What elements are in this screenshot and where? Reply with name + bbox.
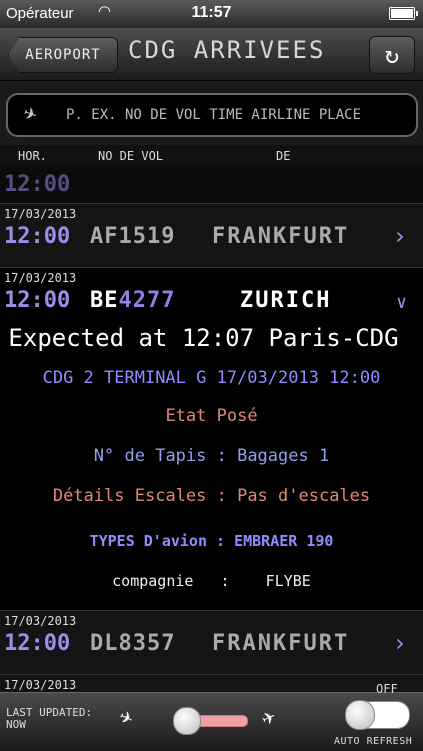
flight-origin: ZURICH (240, 288, 332, 313)
expanded-flight[interactable]: 17/03/2013 12:00 BE4277 ZURICH ∨ Expecte… (0, 267, 423, 610)
list-item[interactable]: 17/03/2013 12:00 AF1519 FRANKFURT › (0, 203, 423, 267)
plane-icon: ✈ (20, 99, 42, 128)
flight-number: AF1519 (90, 224, 176, 249)
battery-icon (389, 7, 418, 20)
flight-date: 17/03/2013 (4, 614, 77, 628)
slider-knob[interactable] (173, 707, 201, 735)
flight-date: 17/03/2013 (4, 271, 77, 285)
list-item[interactable]: 17/03/2013 (0, 674, 423, 692)
flight-date: 17/03/2013 (4, 207, 77, 221)
search-input[interactable] (64, 101, 408, 129)
toggle-knob[interactable] (345, 700, 375, 730)
flight-time: 12:00 (4, 172, 71, 197)
airline-info: compagnie : FLYBE (112, 572, 311, 590)
col-hour: HOR. (18, 149, 47, 163)
auto-refresh-toggle[interactable]: OFF (345, 682, 410, 730)
flight-date: 17/03/2013 (4, 678, 77, 692)
last-updated: LAST UPDATED: NOW (6, 707, 92, 731)
flight-origin: FRANKFURT (212, 631, 350, 656)
col-from: DE (276, 149, 291, 163)
refresh-icon: ↻ (384, 41, 400, 69)
belt-info: N° de Tapis : Bagages 1 (93, 446, 330, 466)
refresh-button[interactable]: ↻ (369, 36, 415, 74)
arrivals-plane-icon: ✈ (257, 703, 280, 732)
flight-time: 12:00 (4, 631, 71, 656)
chevron-right-icon[interactable]: › (393, 222, 407, 250)
status-bar: Opérateur ◠ 11:57 (0, 0, 423, 28)
flight-list[interactable]: 12:00 17/03/2013 12:00 AF1519 FRANKFURT … (0, 167, 423, 692)
page-title: CDG ARRIVEES (128, 36, 326, 64)
bottom-toolbar: LAST UPDATED: NOW ✈ ✈ OFF AUTO REFRESH (0, 682, 423, 751)
column-header: HOR. NO DE VOL DE (0, 145, 423, 167)
col-flight: NO DE VOL (98, 149, 164, 163)
list-item[interactable]: 17/03/2013 12:00 DL8357 FRANKFURT › (0, 610, 423, 674)
flight-time: 12:00 (4, 288, 71, 313)
back-button[interactable]: AEROPORT (8, 37, 118, 73)
flight-digits: 4277 (118, 288, 176, 313)
terminal-info: CDG 2 TERMINAL G 17/03/2013 12:00 (42, 368, 381, 388)
aircraft-info: TYPES D'avion : EMBRAER 190 (89, 532, 334, 550)
status-clock: 11:57 (191, 4, 232, 21)
auto-refresh-label: AUTO REFRESH (334, 736, 413, 747)
flight-number: DL8357 (90, 631, 176, 656)
arrivals-departures-slider[interactable] (173, 707, 248, 735)
list-item[interactable]: 12:00 (0, 167, 423, 204)
stops-info: Détails Escales : Pas d'escales (52, 486, 371, 506)
departures-plane-icon: ✈ (115, 703, 138, 732)
flight-number: BE4277 (90, 288, 175, 313)
chevron-down-icon[interactable]: ∨ (396, 292, 407, 313)
flight-airline-code: BE (90, 288, 119, 313)
flight-origin: FRANKFURT (212, 224, 350, 249)
flight-time: 12:00 (4, 224, 71, 249)
last-updated-value: NOW (6, 718, 26, 731)
toggle-state-label: OFF (376, 682, 398, 696)
search-box[interactable]: ✈ (6, 93, 418, 137)
nav-bar: AEROPORT CDG ARRIVEES ↻ (0, 28, 423, 81)
search-area: ✈ (0, 81, 423, 145)
chevron-right-icon[interactable]: › (393, 629, 407, 657)
expected-time: Expected at 12:07 Paris-CDG (8, 324, 399, 352)
state-info: Etat Posé (165, 406, 258, 426)
